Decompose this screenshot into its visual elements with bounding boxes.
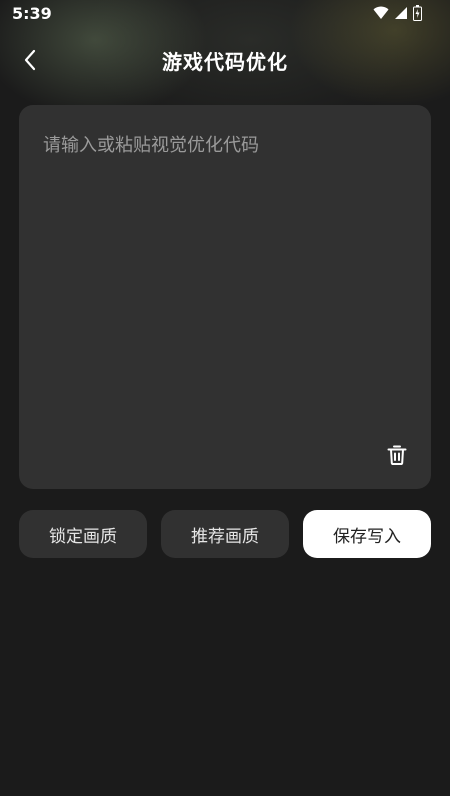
trash-icon [387,445,407,465]
header: 游戏代码优化 [0,40,450,80]
page-title: 游戏代码优化 [162,50,288,74]
status-time: 5:39 [12,4,52,23]
action-buttons: 锁定画质 推荐画质 保存写入 [19,510,431,558]
save-write-button[interactable]: 保存写入 [303,510,431,558]
status-bar: 5:39 [0,0,450,28]
wifi-icon [373,6,389,19]
battery-icon [413,5,422,21]
clear-button[interactable] [385,443,409,467]
recommend-quality-button[interactable]: 推荐画质 [161,510,289,558]
code-input[interactable] [19,105,431,445]
lock-quality-button[interactable]: 锁定画质 [19,510,147,558]
signal-icon [395,7,407,19]
code-input-card [19,105,431,489]
status-icons [373,5,422,21]
